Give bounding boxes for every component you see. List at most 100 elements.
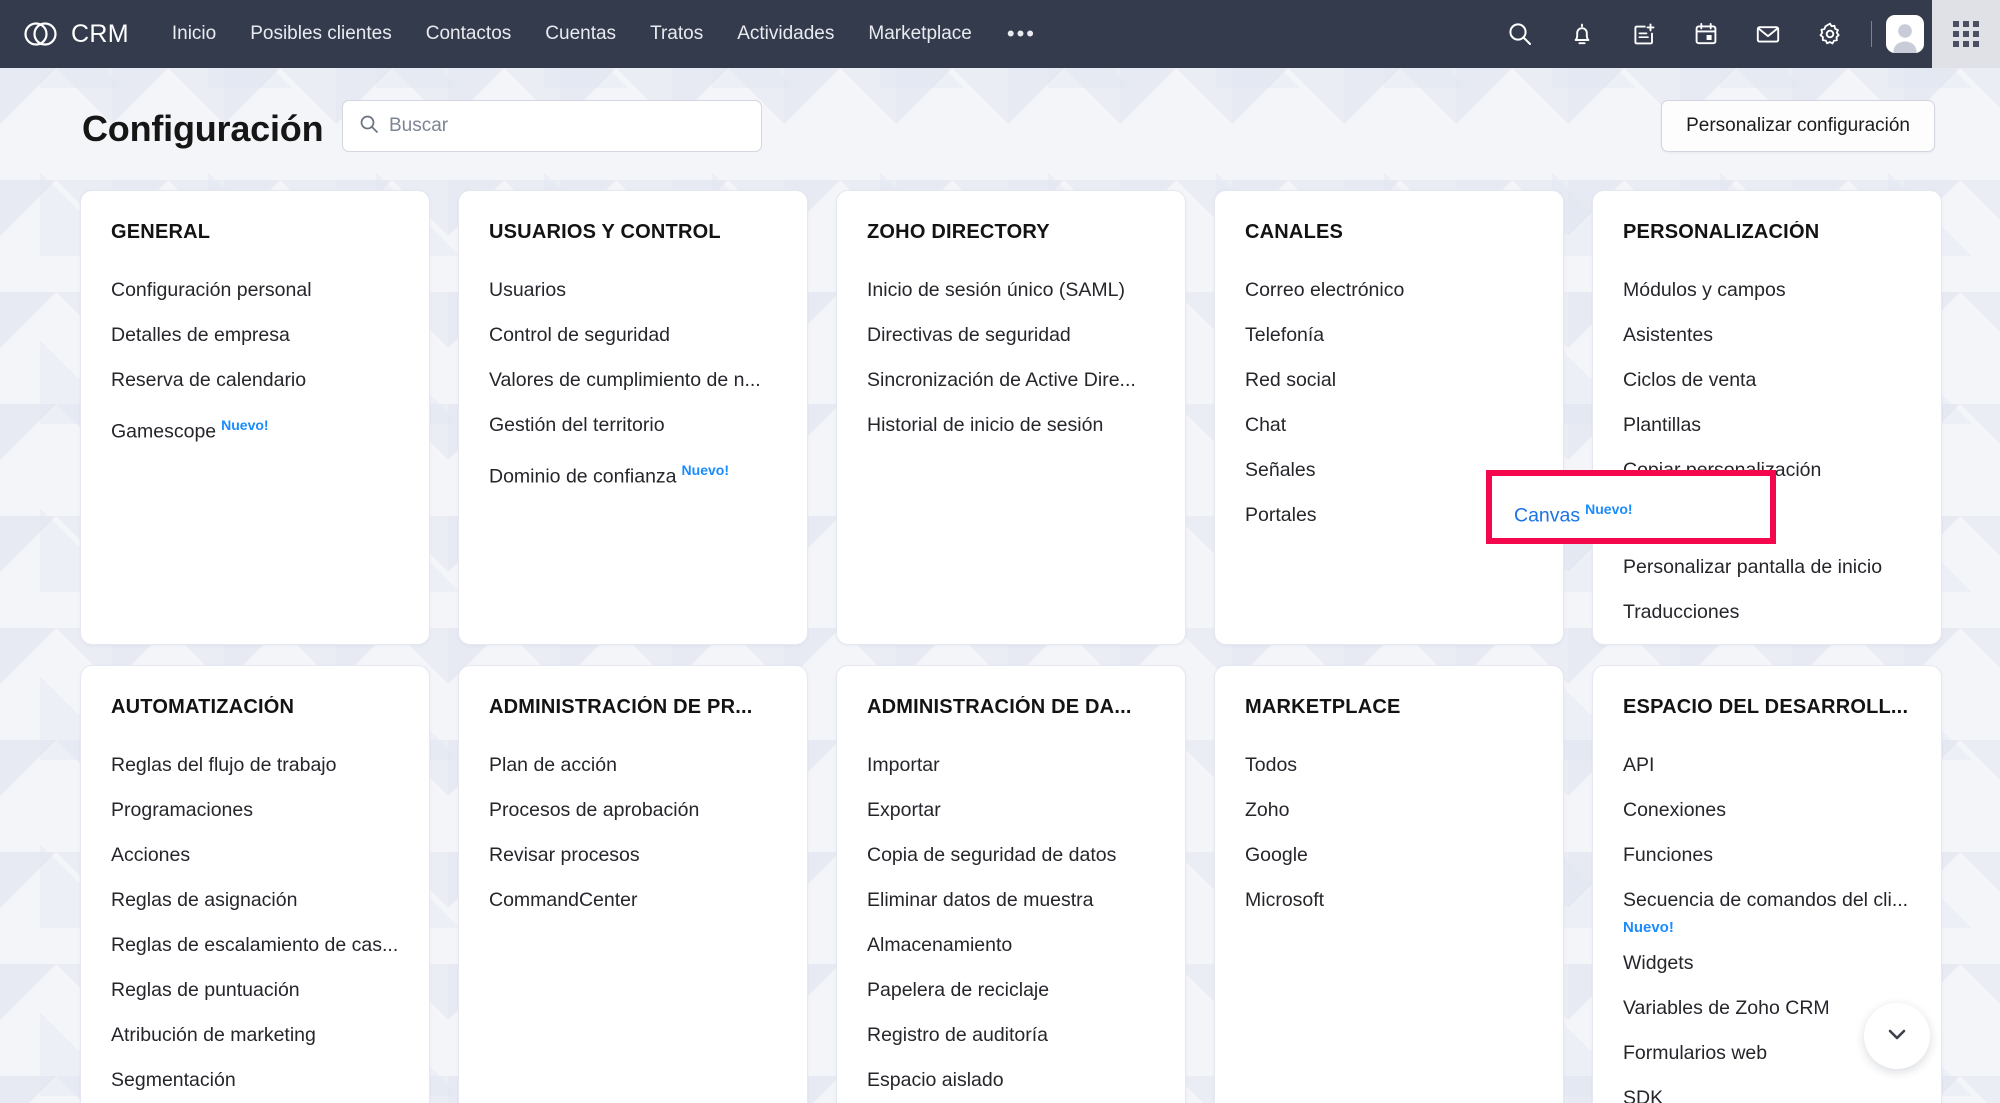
list-item[interactable]: Registro de auditoría bbox=[867, 1013, 1155, 1058]
list-item[interactable]: Plan de acción bbox=[489, 743, 777, 788]
list-item[interactable]: Gamescope Nuevo! bbox=[111, 403, 399, 455]
topbar-divider bbox=[1871, 21, 1872, 47]
settings-card-administracion-de-datos: ADMINISTRACIÓN DE DA... Importar Exporta… bbox=[836, 665, 1186, 1103]
list-item-canvas[interactable]: Canvas Nuevo! bbox=[1623, 493, 1911, 545]
list-item[interactable]: Papelera de reciclaje bbox=[867, 968, 1155, 1013]
notification-bell-icon[interactable] bbox=[1559, 11, 1605, 57]
list-item[interactable]: Directivas de seguridad bbox=[867, 313, 1155, 358]
user-avatar[interactable] bbox=[1886, 15, 1924, 53]
brand-logo[interactable]: CRM bbox=[22, 15, 129, 53]
calendar-icon[interactable] bbox=[1683, 11, 1729, 57]
list-item[interactable]: Gestión del territorio bbox=[489, 403, 777, 448]
list-item[interactable]: Plantillas bbox=[1623, 403, 1911, 448]
top-navigation-bar: CRM Inicio Posibles clientes Contactos C… bbox=[0, 0, 2000, 68]
list-item[interactable]: Detalles de empresa bbox=[111, 313, 399, 358]
list-item[interactable]: Red social bbox=[1245, 358, 1533, 403]
list-item[interactable]: Asistentes bbox=[1623, 313, 1911, 358]
nav-item-marketplace[interactable]: Marketplace bbox=[851, 0, 989, 68]
list-item[interactable]: Reserva de calendario bbox=[111, 358, 399, 403]
list-item[interactable]: CommandCenter bbox=[489, 878, 777, 923]
list-item[interactable]: Módulos y campos bbox=[1623, 268, 1911, 313]
customize-settings-button[interactable]: Personalizar configuración bbox=[1661, 100, 1935, 152]
list-item[interactable]: Ciclos de venta bbox=[1623, 358, 1911, 403]
list-item[interactable]: Exportar bbox=[867, 788, 1155, 833]
main-nav-items: Inicio Posibles clientes Contactos Cuent… bbox=[155, 0, 1054, 68]
list-item-label: Secuencia de comandos del cli... bbox=[1623, 889, 1909, 911]
list-item[interactable]: Sincronización de Active Dire... bbox=[867, 358, 1155, 403]
list-item[interactable]: Telefonía bbox=[1245, 313, 1533, 358]
nav-item-posibles-clientes[interactable]: Posibles clientes bbox=[233, 0, 409, 68]
list-item[interactable]: Importar bbox=[867, 743, 1155, 788]
list-item[interactable]: Funciones bbox=[1623, 833, 1911, 878]
list-item[interactable]: Reglas de asignación bbox=[111, 878, 399, 923]
list-item[interactable]: Reglas de puntuación bbox=[111, 968, 399, 1013]
page-header: Configuración Personalizar configuración bbox=[0, 100, 2000, 172]
card-title: GENERAL bbox=[111, 221, 211, 243]
list-item-label: Gamescope bbox=[111, 420, 217, 443]
list-item[interactable]: Señales bbox=[1245, 448, 1533, 493]
settings-search-box[interactable] bbox=[342, 100, 762, 152]
settings-card-grid: GENERAL Configuración personal Detalles … bbox=[80, 190, 1942, 1103]
settings-card-automatizacion: AUTOMATIZACIÓN Reglas del flujo de traba… bbox=[80, 665, 430, 1103]
card-title: PERSONALIZACIÓN bbox=[1623, 221, 1820, 243]
search-icon bbox=[359, 114, 389, 139]
list-item[interactable]: Configuración personal bbox=[111, 268, 399, 313]
new-badge: Nuevo! bbox=[221, 417, 269, 433]
nav-item-contactos[interactable]: Contactos bbox=[409, 0, 529, 68]
list-item[interactable]: Portales bbox=[1245, 493, 1533, 538]
list-item[interactable]: Segmentación bbox=[111, 1058, 399, 1103]
list-item[interactable]: Zoho bbox=[1245, 788, 1533, 833]
list-item[interactable]: Reglas de escalamiento de cas... bbox=[111, 923, 399, 968]
list-item[interactable]: Personalizar pantalla de inicio bbox=[1623, 545, 1911, 590]
list-item[interactable]: Acciones bbox=[111, 833, 399, 878]
settings-card-administracion-de-procesos: ADMINISTRACIÓN DE PR... Plan de acción P… bbox=[458, 665, 808, 1103]
list-item[interactable]: Atribución de marketing bbox=[111, 1013, 399, 1058]
list-item[interactable]: Usuarios bbox=[489, 268, 777, 313]
new-badge: Nuevo! bbox=[681, 462, 729, 478]
card-title: MARKETPLACE bbox=[1245, 696, 1401, 718]
settings-card-zoho-directory: ZOHO DIRECTORY Inicio de sesión único (S… bbox=[836, 190, 1186, 645]
gear-icon[interactable] bbox=[1807, 11, 1853, 57]
card-title: CANALES bbox=[1245, 221, 1344, 243]
list-item[interactable]: Almacenamiento bbox=[867, 923, 1155, 968]
list-item[interactable]: Conexiones bbox=[1623, 788, 1911, 833]
add-note-icon[interactable] bbox=[1621, 11, 1667, 57]
nav-overflow-menu[interactable]: ••• bbox=[989, 0, 1054, 68]
card-title: AUTOMATIZACIÓN bbox=[111, 696, 295, 718]
list-item[interactable]: Espacio aislado bbox=[867, 1058, 1155, 1103]
card-title: ADMINISTRACIÓN DE PR... bbox=[489, 696, 753, 718]
list-item[interactable]: Inicio de sesión único (SAML) bbox=[867, 268, 1155, 313]
list-item[interactable]: Copiar personalización bbox=[1623, 448, 1911, 493]
list-item[interactable]: Reglas del flujo de trabajo bbox=[111, 743, 399, 788]
list-item[interactable]: Valores de cumplimiento de n... bbox=[489, 358, 777, 403]
nav-item-cuentas[interactable]: Cuentas bbox=[528, 0, 633, 68]
nav-item-tratos[interactable]: Tratos bbox=[633, 0, 720, 68]
settings-card-canales: CANALES Correo electrónico Telefonía Red… bbox=[1214, 190, 1564, 645]
list-item[interactable]: API bbox=[1623, 743, 1911, 788]
list-item[interactable]: Secuencia de comandos del cli... Nuevo! bbox=[1623, 878, 1911, 941]
list-item[interactable]: SDK bbox=[1623, 1076, 1911, 1103]
mail-icon[interactable] bbox=[1745, 11, 1791, 57]
search-icon[interactable] bbox=[1497, 11, 1543, 57]
list-item[interactable]: Traducciones bbox=[1623, 590, 1911, 635]
list-item[interactable]: Todos bbox=[1245, 743, 1533, 788]
list-item[interactable]: Dominio de confianza Nuevo! bbox=[489, 448, 777, 500]
list-item[interactable]: Control de seguridad bbox=[489, 313, 777, 358]
list-item[interactable]: Google bbox=[1245, 833, 1533, 878]
list-item[interactable]: Microsoft bbox=[1245, 878, 1533, 923]
list-item[interactable]: Revisar procesos bbox=[489, 833, 777, 878]
search-input[interactable] bbox=[389, 115, 745, 137]
list-item[interactable]: Procesos de aprobación bbox=[489, 788, 777, 833]
list-item[interactable]: Widgets bbox=[1623, 941, 1911, 986]
list-item[interactable]: Historial de inicio de sesión bbox=[867, 403, 1155, 448]
list-item[interactable]: Eliminar datos de muestra bbox=[867, 878, 1155, 923]
app-launcher-grid-icon[interactable] bbox=[1932, 0, 2000, 68]
list-item[interactable]: Programaciones bbox=[111, 788, 399, 833]
brand-name: CRM bbox=[71, 19, 129, 48]
list-item[interactable]: Copia de seguridad de datos bbox=[867, 833, 1155, 878]
scroll-down-button[interactable] bbox=[1864, 1003, 1930, 1069]
nav-item-actividades[interactable]: Actividades bbox=[720, 0, 851, 68]
list-item[interactable]: Correo electrónico bbox=[1245, 268, 1533, 313]
nav-item-inicio[interactable]: Inicio bbox=[155, 0, 233, 68]
list-item[interactable]: Chat bbox=[1245, 403, 1533, 448]
